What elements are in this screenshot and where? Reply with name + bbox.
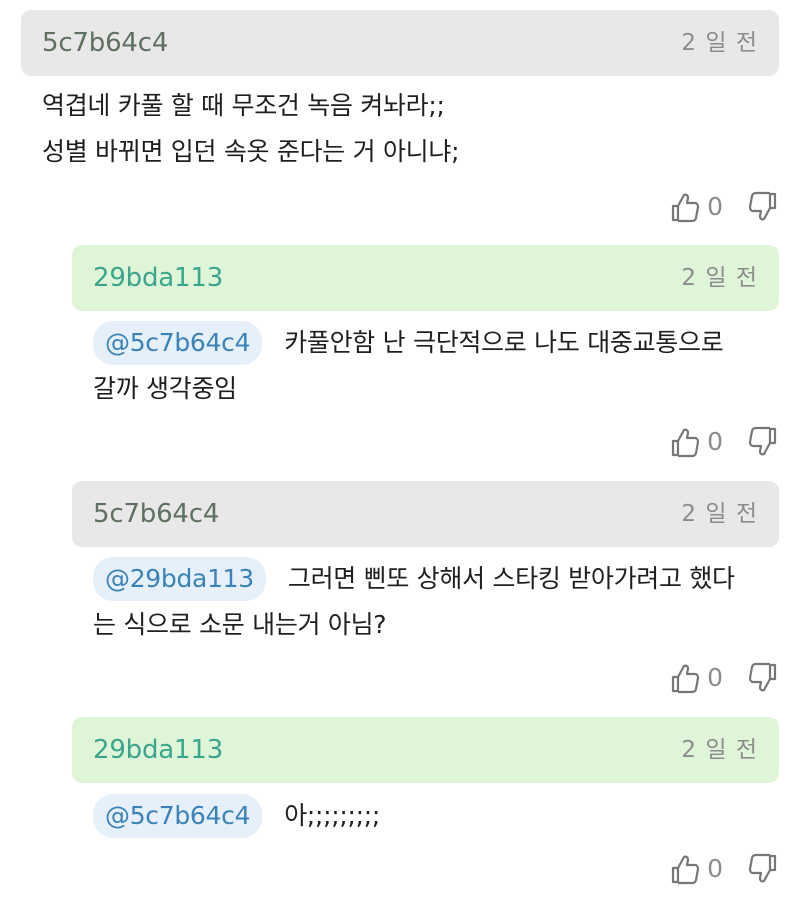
thumbs-down-icon[interactable] — [747, 852, 779, 886]
comment: 5c7b64c4 2 일 전 역겹네 카풀 할 때 무조건 녹음 켜놔라;; 성… — [21, 10, 779, 225]
comment-text-line: @5c7b64c4 아;;;;;;;;; — [93, 793, 769, 839]
comment-author[interactable]: 5c7b64c4 — [93, 497, 219, 531]
comment-text-line: @29bda113 그러면 삔또 상해서 스타킹 받아가려고 했다 — [93, 556, 769, 602]
thumbs-down-icon[interactable] — [747, 425, 779, 459]
mention-chip[interactable]: @5c7b64c4 — [93, 321, 263, 365]
like-count: 0 — [707, 663, 723, 692]
comment-body: 역겹네 카풀 할 때 무조건 녹음 켜놔라;; 성별 바뀌면 입던 속옷 준다는… — [42, 83, 769, 175]
comment-body: @5c7b64c4 카풀안함 난 극단적으로 나도 대중교통으로 갈까 생각중임 — [93, 320, 769, 412]
comment-header: 29bda113 2 일 전 — [72, 245, 779, 311]
comment-time: 2 일 전 — [681, 737, 758, 763]
thumbs-up-icon[interactable] — [669, 190, 701, 224]
comment-body: @29bda113 그러면 삔또 상해서 스타킹 받아가려고 했다 는 식으로 소… — [93, 556, 769, 648]
comment-text: 아;;;;;;;;; — [284, 801, 381, 830]
reply-comment: 29bda113 2 일 전 @5c7b64c4 카풀안함 난 극단적으로 나도 … — [72, 245, 779, 461]
comment-text: 그러면 삔또 상해서 스타킹 받아가려고 했다 — [287, 564, 735, 593]
thumbs-down-icon[interactable] — [747, 190, 779, 224]
comment-actions: 0 — [669, 187, 779, 227]
thumbs-up-icon[interactable] — [669, 425, 701, 459]
comment-text-line: 성별 바뀌면 입던 속옷 준다는 거 아니냐; — [42, 137, 460, 166]
comment-actions: 0 — [669, 658, 779, 698]
like-count: 0 — [707, 427, 723, 456]
comment-author[interactable]: 29bda113 — [93, 261, 223, 295]
like-count: 0 — [707, 192, 723, 221]
comment-text: 카풀안함 난 극단적으로 나도 대중교통으로 — [284, 328, 724, 357]
comment-author[interactable]: 29bda113 — [93, 733, 223, 767]
thumbs-up-icon[interactable] — [669, 852, 701, 886]
comment-text-line: 는 식으로 소문 내는거 아님? — [93, 610, 387, 639]
comment-text-line: @5c7b64c4 카풀안함 난 극단적으로 나도 대중교통으로 — [93, 320, 769, 366]
comment-body: @5c7b64c4 아;;;;;;;;; — [93, 793, 769, 839]
comment-header: 5c7b64c4 2 일 전 — [21, 10, 779, 76]
comment-text-line: 역겹네 카풀 할 때 무조건 녹음 켜놔라;; — [42, 91, 445, 120]
mention-chip[interactable]: @5c7b64c4 — [93, 794, 263, 838]
comment-text-line: 갈까 생각중임 — [93, 374, 237, 403]
reply-comment: 29bda113 2 일 전 @5c7b64c4 아;;;;;;;;; 0 — [72, 717, 779, 897]
comment-author[interactable]: 5c7b64c4 — [42, 26, 168, 60]
like-count: 0 — [707, 854, 723, 883]
comment-header: 29bda113 2 일 전 — [72, 717, 779, 783]
comment-time: 2 일 전 — [681, 30, 758, 56]
comment-actions: 0 — [669, 849, 779, 889]
comment-time: 2 일 전 — [681, 265, 758, 291]
comment-actions: 0 — [669, 422, 779, 462]
reply-comment: 5c7b64c4 2 일 전 @29bda113 그러면 삔또 상해서 스타킹 받… — [72, 481, 779, 697]
mention-chip[interactable]: @29bda113 — [93, 557, 266, 601]
thumbs-up-icon[interactable] — [669, 661, 701, 695]
comment-time: 2 일 전 — [681, 501, 758, 527]
comment-header: 5c7b64c4 2 일 전 — [72, 481, 779, 547]
thumbs-down-icon[interactable] — [747, 661, 779, 695]
